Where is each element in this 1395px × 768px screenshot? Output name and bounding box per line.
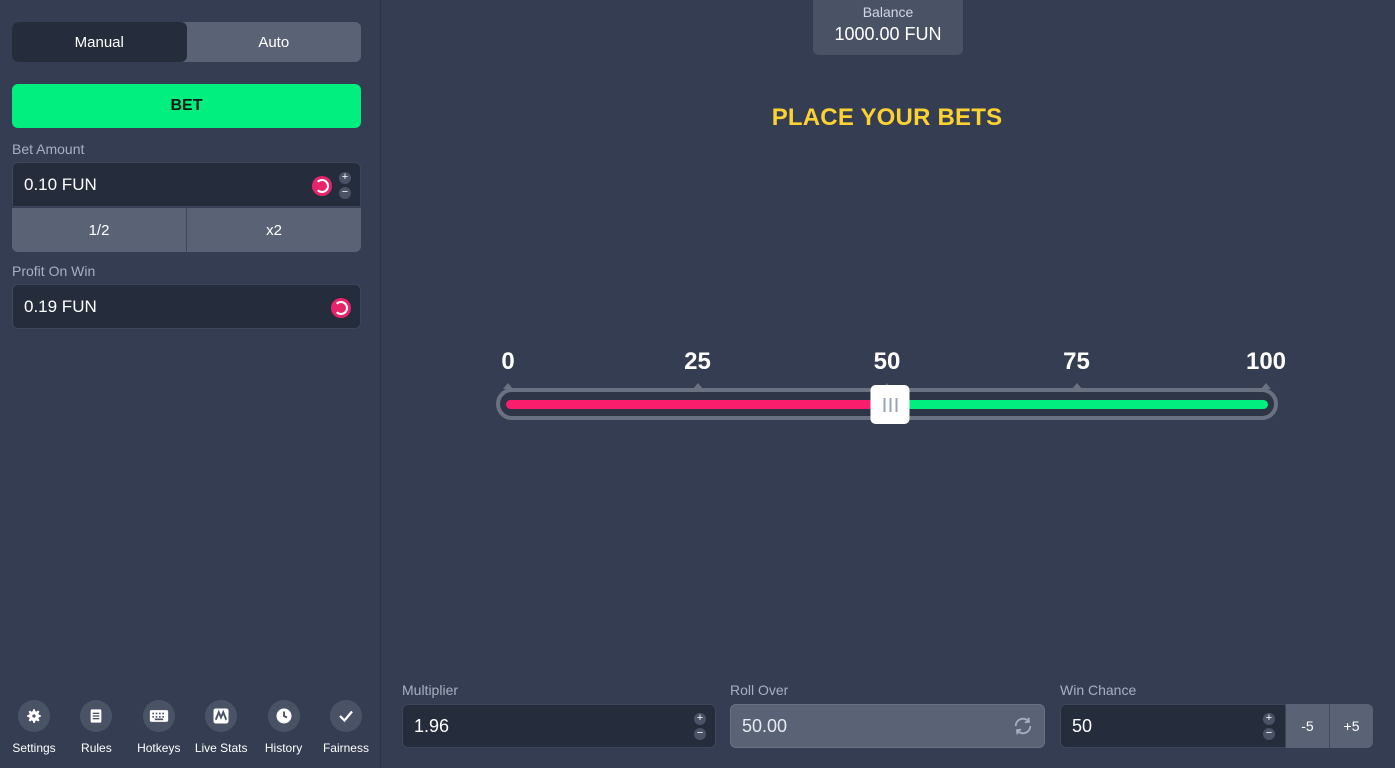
bet-button[interactable]: BET: [12, 84, 361, 128]
bet-amount-label: Bet Amount: [12, 141, 85, 157]
bet-quick-buttons: 1/2 x2: [12, 208, 361, 252]
decrement-icon[interactable]: −: [339, 187, 351, 199]
coin-icon: [331, 298, 351, 318]
check-icon: [329, 700, 362, 732]
nav-history-label: History: [264, 741, 303, 755]
win-chance-label: Win Chance: [1060, 682, 1137, 698]
nav-live-stats[interactable]: Live Stats: [191, 700, 251, 760]
win-chance-plus-button[interactable]: +5: [1329, 704, 1373, 748]
nav-settings-label: Settings: [12, 741, 56, 755]
bet-amount-value[interactable]: 0.10 FUN: [24, 175, 97, 195]
document-icon: [80, 700, 113, 732]
scale-label-75: 75: [1063, 348, 1090, 375]
clock-icon: [267, 700, 300, 732]
win-chance-value[interactable]: 50: [1072, 716, 1092, 737]
decrement-icon[interactable]: −: [694, 728, 706, 740]
nav-hotkeys-label: Hotkeys: [137, 741, 181, 755]
win-chance-minus-button[interactable]: -5: [1286, 704, 1329, 748]
nav-hotkeys[interactable]: Hotkeys: [129, 700, 189, 760]
tab-manual[interactable]: Manual: [12, 22, 187, 62]
increment-icon[interactable]: +: [1263, 713, 1275, 725]
footer-nav: Settings Rules Hotkeys Live Stats Histor…: [4, 700, 376, 760]
coin-icon: [312, 176, 332, 196]
tick-mark-100: [1261, 383, 1271, 389]
multiplier-label: Multiplier: [402, 682, 459, 698]
mode-toggle: Manual Auto: [12, 22, 361, 62]
refresh-icon[interactable]: [1012, 715, 1034, 742]
multiplier-value[interactable]: 1.96: [414, 716, 449, 737]
nav-live-stats-label: Live Stats: [194, 741, 248, 755]
profit-on-win-value: 0.19 FUN: [24, 297, 97, 316]
lose-range-fill: [506, 400, 887, 409]
tick-mark-25: [692, 383, 703, 389]
slider-handle[interactable]: [870, 385, 910, 424]
sidebar: Manual Auto BET Bet Amount 0.10 FUN + − …: [0, 0, 381, 768]
win-range-fill: [887, 400, 1268, 409]
chart-icon: [205, 700, 238, 732]
multiplier-field[interactable]: 1.96 + −: [402, 704, 716, 748]
scale-label-100: 100: [1245, 348, 1287, 375]
nav-settings[interactable]: Settings: [4, 700, 64, 760]
nav-fairness[interactable]: Fairness: [316, 700, 376, 760]
increment-icon[interactable]: +: [339, 172, 351, 184]
tick-mark-75: [1071, 383, 1082, 389]
nav-history[interactable]: History: [254, 700, 314, 760]
nav-rules-label: Rules: [81, 741, 112, 755]
tab-auto[interactable]: Auto: [187, 22, 362, 62]
keyboard-icon: [142, 700, 175, 732]
half-bet-button[interactable]: 1/2: [12, 208, 186, 252]
tick-mark-0: [503, 383, 513, 389]
nav-rules[interactable]: Rules: [66, 700, 126, 760]
roll-over-value: 50.00: [742, 716, 788, 736]
win-chance-field[interactable]: 50 + −: [1060, 704, 1286, 748]
headline-area: PLACE YOUR BETS: [381, 0, 1393, 140]
profit-on-win-label: Profit On Win: [12, 263, 96, 279]
increment-icon[interactable]: +: [694, 713, 706, 725]
gear-icon: [18, 700, 50, 732]
decrement-icon[interactable]: −: [1263, 728, 1275, 740]
scale-label-25: 25: [684, 348, 711, 375]
scale-label-0: 0: [501, 348, 515, 375]
roll-over-label: Roll Over: [730, 682, 789, 698]
bet-amount-field[interactable]: 0.10 FUN + −: [12, 162, 361, 207]
profit-on-win-field: 0.19 FUN: [12, 284, 361, 329]
place-bets-headline: PLACE YOUR BETS: [771, 104, 1003, 131]
nav-fairness-label: Fairness: [322, 741, 369, 755]
roll-over-field: 50.00: [730, 704, 1045, 748]
scale-label-50: 50: [873, 348, 901, 375]
double-bet-button[interactable]: x2: [186, 208, 361, 252]
